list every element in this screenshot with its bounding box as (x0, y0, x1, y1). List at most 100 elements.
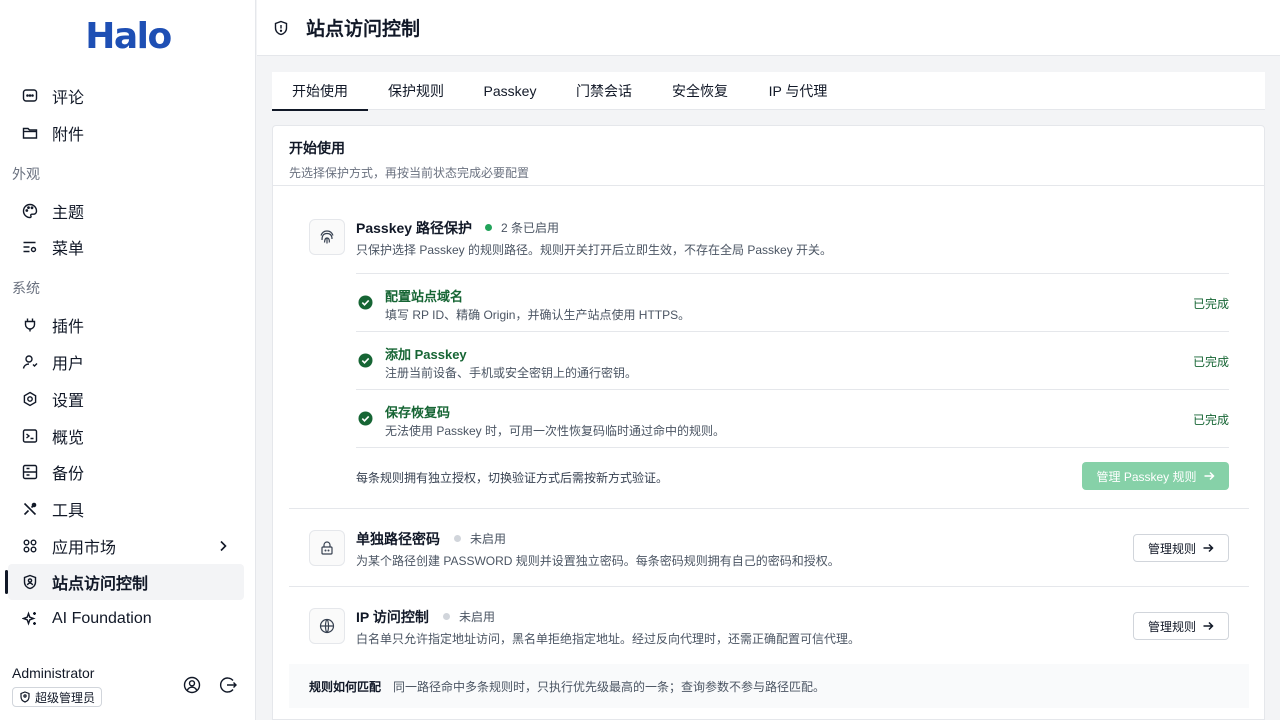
tab-gate-sessions[interactable]: 门禁会话 (556, 72, 652, 110)
password-status: 未启用 (454, 530, 506, 547)
sidebar-item-tools[interactable]: 工具 (8, 491, 244, 527)
passkey-status: 2 条已启用 (485, 219, 559, 236)
sidebar-item-label: 用户 (52, 356, 85, 373)
passkey-status-label: 2 条已启用 (501, 221, 560, 235)
step-item: 添加 Passkey 注册当前设备、手机或安全密钥上的通行密钥。 已完成 (356, 331, 1229, 389)
fingerprint-icon (309, 219, 345, 255)
manage-password-rules-button[interactable]: 管理规则 (1133, 534, 1229, 562)
ip-status-label: 未启用 (459, 610, 496, 624)
sidebar-item-site-access-control[interactable]: 站点访问控制 (5, 564, 244, 600)
user-name: Administrator (12, 665, 95, 681)
shield-user-icon (22, 574, 38, 590)
role-badge: 超级管理员 (12, 687, 103, 707)
sidebar-item-plugins[interactable]: 插件 (8, 307, 244, 343)
tab-passkey[interactable]: Passkey (464, 72, 556, 110)
getting-started-card: 开始使用 先选择保护方式，再按当前状态完成必要配置 Passkey 路径保护 2… (272, 125, 1265, 720)
arrow-right-icon (1203, 470, 1215, 482)
tab-ip-proxy[interactable]: IP 与代理 (748, 72, 848, 110)
sidebar-item-label: 站点访问控制 (52, 576, 149, 593)
group-label-system: 系统 (12, 280, 40, 296)
check-circle-icon (358, 353, 373, 368)
button-label: 管理 Passkey 规则 (1096, 469, 1197, 484)
palette-icon (22, 203, 38, 219)
arrow-right-icon (1202, 542, 1214, 554)
matching-hint: 规则如何匹配 同一路径命中多条规则时，只执行优先级最高的一条；查询参数不参与路径… (289, 664, 1249, 708)
sidebar-item-label: 应用市场 (52, 540, 117, 557)
passkey-section-title: Passkey 路径保护 (356, 220, 472, 236)
sidebar-item-settings[interactable]: 设置 (8, 381, 244, 417)
chevron-right-icon (216, 539, 230, 558)
passkey-section-desc: 只保护选择 Passkey 的规则路径。规则开关打开后立即生效，不存在全局 Pa… (356, 243, 833, 257)
sidebar-item-ai-foundation[interactable]: AI Foundation (8, 601, 244, 637)
button-label: 管理规则 (1147, 619, 1196, 634)
page-title: 站点访问控制 (306, 19, 421, 40)
tab-protection-rules[interactable]: 保护规则 (368, 72, 464, 110)
card-subtitle: 先选择保护方式，再按当前状态完成必要配置 (289, 166, 530, 180)
halo-logo[interactable]: Halo (0, 16, 256, 57)
manage-ip-rules-button[interactable]: 管理规则 (1133, 612, 1229, 640)
manage-passkey-rules-button[interactable]: 管理 Passkey 规则 (1082, 462, 1229, 490)
sidebar-item-label: 菜单 (52, 241, 85, 258)
profile-icon[interactable] (183, 676, 201, 694)
passkey-note: 每条规则拥有独立授权，切换验证方式后需按新方式验证。 (356, 471, 669, 485)
arrow-right-icon (1202, 620, 1214, 632)
sidebar-item-label: AI Foundation (52, 610, 152, 627)
folder-icon (22, 125, 38, 141)
sparkles-icon (22, 611, 38, 627)
sidebar-item-label: 设置 (52, 393, 85, 410)
step-title: 保存恢复码 (385, 405, 451, 420)
logout-icon[interactable] (219, 676, 237, 694)
check-circle-icon (358, 411, 373, 426)
settings-icon (22, 391, 38, 407)
step-status: 已完成 (1192, 413, 1229, 427)
button-label: 管理规则 (1147, 541, 1196, 556)
sidebar-item-label: 概览 (52, 430, 85, 447)
ip-section-title: IP 访问控制 (356, 609, 429, 625)
role-label: 超级管理员 (35, 690, 96, 705)
sidebar-item-overview[interactable]: 概览 (8, 418, 244, 454)
sidebar-item-label: 评论 (52, 90, 85, 107)
password-section-desc: 为某个路径创建 PASSWORD 规则并设置独立密码。每条密码规则拥有自己的密码… (356, 554, 840, 568)
status-dot (454, 535, 461, 542)
step-desc: 填写 RP ID、精确 Origin，并确认生产站点使用 HTTPS。 (385, 308, 691, 322)
sidebar-item-themes[interactable]: 主题 (8, 193, 244, 229)
step-desc: 注册当前设备、手机或安全密钥上的通行密钥。 (385, 366, 638, 380)
sidebar-item-menus[interactable]: 菜单 (8, 229, 244, 265)
user-icon (22, 354, 38, 370)
sidebar-item-label: 工具 (52, 503, 85, 520)
sidebar-item-label: 备份 (52, 466, 85, 483)
tab-security-recovery[interactable]: 安全恢复 (652, 72, 748, 110)
sidebar-item-users[interactable]: 用户 (8, 344, 244, 380)
sidebar-item-label: 插件 (52, 319, 85, 336)
sidebar-item-attachments[interactable]: 附件 (8, 115, 244, 151)
plug-icon (22, 317, 38, 333)
shield-alert-icon (273, 20, 289, 36)
section-divider (289, 586, 1249, 587)
step-status: 已完成 (1192, 355, 1229, 369)
ip-status: 未启用 (443, 608, 495, 625)
status-dot (485, 224, 492, 231)
sidebar-item-comments[interactable]: 评论 (8, 78, 244, 114)
sidebar-item-app-market[interactable]: 应用市场 (8, 528, 244, 564)
card-title: 开始使用 (289, 140, 345, 156)
page-header: 站点访问控制 (257, 0, 1280, 56)
terminal-icon (22, 428, 38, 444)
apps-icon (22, 538, 38, 554)
menu-settings-icon (22, 239, 38, 255)
step-title: 添加 Passkey (385, 347, 467, 362)
lock-icon (309, 530, 345, 566)
globe-icon (309, 608, 345, 644)
step-status: 已完成 (1192, 297, 1229, 311)
tab-getting-started[interactable]: 开始使用 (272, 72, 368, 111)
sidebar-item-label: 附件 (52, 127, 85, 144)
sidebar-item-label: 主题 (52, 205, 85, 222)
tools-icon (22, 501, 38, 517)
sidebar-item-backup[interactable]: 备份 (8, 454, 244, 490)
sidebar: Halo 评论 附件 外观 主题 菜单 系统 插件 用户 设置 概览 备份 工具 (0, 0, 256, 720)
step-item: 配置站点域名 填写 RP ID、精确 Origin，并确认生产站点使用 HTTP… (356, 273, 1229, 331)
matching-hint-label: 规则如何匹配 (309, 679, 382, 694)
password-section-title: 单独路径密码 (356, 531, 440, 547)
matching-hint-text: 同一路径命中多条规则时，只执行优先级最高的一条；查询参数不参与路径匹配。 (393, 679, 826, 694)
check-circle-icon (358, 295, 373, 310)
card-header: 开始使用 先选择保护方式，再按当前状态完成必要配置 (273, 126, 1264, 186)
